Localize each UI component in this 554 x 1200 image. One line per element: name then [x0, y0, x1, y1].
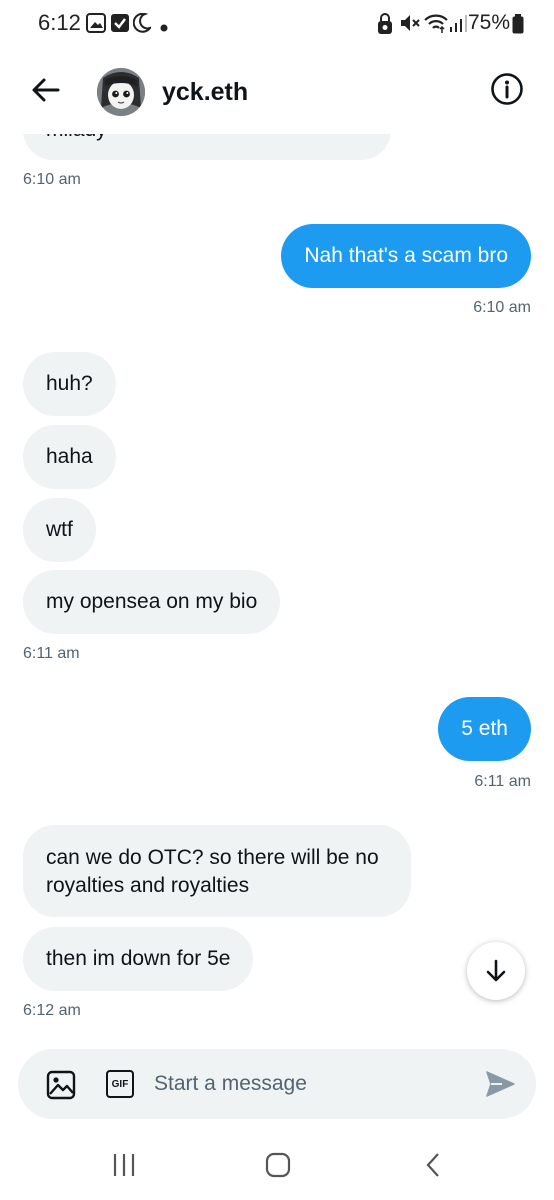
outgoing-message-bubble[interactable]: 5 eth — [438, 697, 531, 761]
chevron-left-icon — [426, 1153, 439, 1177]
recent-apps-icon — [113, 1154, 135, 1176]
add-image-button[interactable] — [46, 1070, 76, 1105]
image-icon — [46, 1070, 76, 1100]
info-icon — [491, 73, 523, 105]
message-text: haha — [46, 445, 93, 468]
message-text: then im down for 5e — [46, 947, 231, 970]
message-timestamp: 6:11 am — [474, 773, 531, 790]
conversation-header: yck.eth — [0, 48, 554, 134]
arrow-down-icon — [486, 959, 506, 982]
message-text: Nah that's a scam bro — [304, 244, 508, 267]
message-timestamp: 6:12 am — [23, 1002, 81, 1019]
message-input[interactable] — [154, 1049, 464, 1119]
message-timestamp: 6:10 am — [473, 299, 531, 316]
incoming-message-bubble[interactable]: my opensea on my bio — [23, 570, 281, 634]
arrow-left-icon — [32, 78, 60, 102]
recent-apps-button[interactable] — [112, 1152, 136, 1183]
message-text: 5 eth — [461, 717, 508, 740]
message-composer: GIF — [18, 1049, 536, 1119]
back-button[interactable] — [28, 72, 64, 108]
home-icon — [265, 1152, 291, 1178]
system-navigation-bar — [0, 1130, 554, 1200]
incoming-message-bubble[interactable]: huh? — [23, 352, 116, 416]
send-icon — [486, 1071, 515, 1097]
message-thread[interactable]: milady 6:10 am Nah that's a scam bro 6:1… — [0, 0, 554, 1040]
incoming-message-bubble[interactable]: then im down for 5e — [23, 927, 254, 991]
send-button[interactable] — [484, 1068, 516, 1105]
info-button[interactable] — [490, 72, 524, 106]
contact-name[interactable]: yck.eth — [162, 78, 248, 107]
gif-icon: GIF — [106, 1070, 134, 1098]
gif-label: GIF — [111, 1078, 129, 1090]
add-gif-button[interactable]: GIF — [106, 1070, 134, 1098]
incoming-message-bubble[interactable]: can we do OTC? so there will be no royal… — [23, 825, 411, 917]
outgoing-message-bubble[interactable]: Nah that's a scam bro — [281, 224, 531, 288]
avatar[interactable] — [97, 68, 145, 116]
message-text: huh? — [46, 372, 93, 395]
message-text: wtf — [46, 518, 73, 541]
message-timestamp: 6:10 am — [23, 171, 81, 188]
incoming-message-bubble[interactable]: wtf — [23, 498, 96, 562]
home-button[interactable] — [265, 1152, 291, 1183]
system-back-button[interactable] — [424, 1152, 442, 1183]
message-timestamp: 6:11 am — [23, 645, 80, 662]
scroll-to-bottom-button[interactable] — [467, 942, 525, 1000]
message-text: can we do OTC? so there will be no royal… — [46, 846, 379, 897]
message-text: my opensea on my bio — [46, 590, 258, 613]
incoming-message-bubble[interactable]: haha — [23, 425, 116, 489]
